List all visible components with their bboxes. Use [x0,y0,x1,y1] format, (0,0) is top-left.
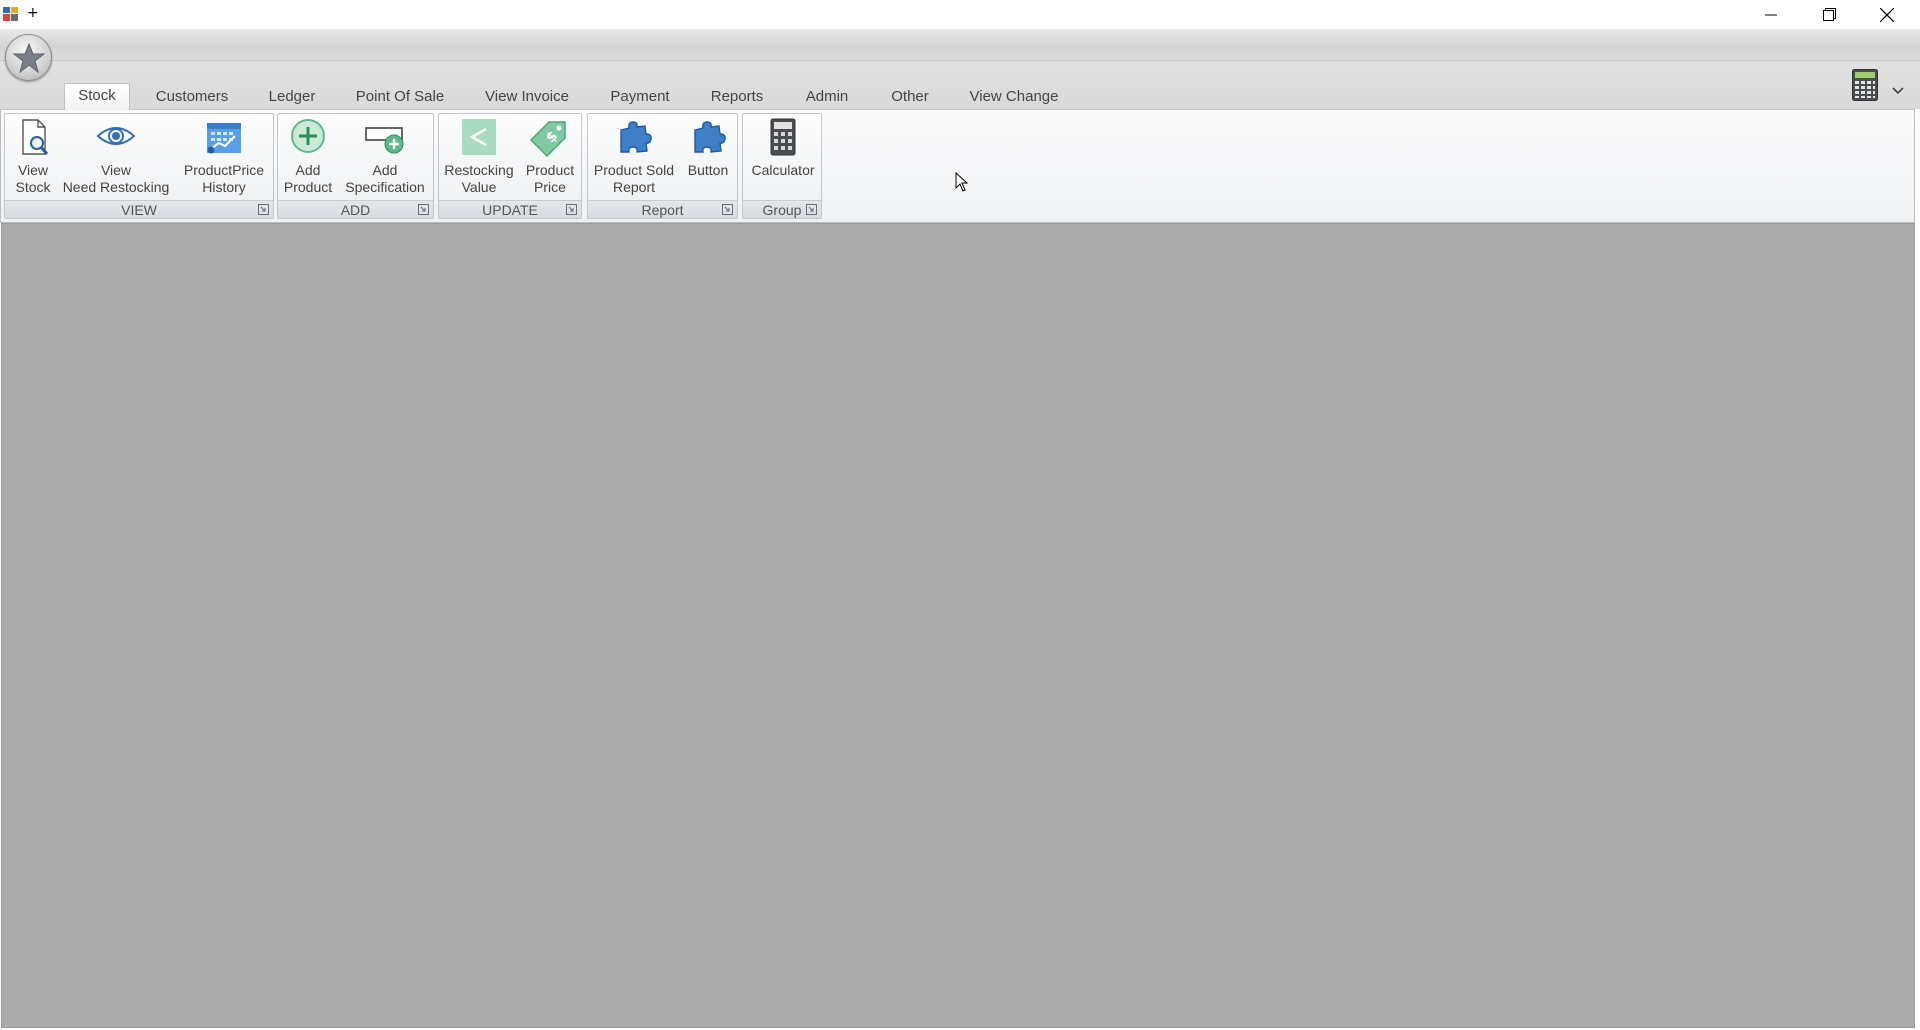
button-label: Add Product [283,162,333,195]
view-need-restocking-button[interactable]: View Need Restocking [60,116,172,200]
tab-label: Ledger [268,88,316,105]
plus-circle-icon [291,119,325,153]
tab-label: Other [891,88,929,105]
button-label: View Need Restocking [62,162,170,195]
tab-label: View Invoice [485,88,569,105]
button-label: Add Specification [345,162,425,195]
button-label: Product Price [525,162,575,195]
tab-label: Customers [155,88,229,105]
ribbon-group-update: Restocking Value $ Product Price UPDATE [438,113,582,219]
dialog-launcher-icon[interactable] [566,204,577,215]
dialog-launcher-icon[interactable] [722,204,733,215]
button-label: View Stock [15,162,51,195]
restocking-value-button[interactable]: Restocking Value [441,116,517,200]
app-icon[interactable] [3,7,19,22]
minimize-button[interactable] [1742,0,1800,29]
dialog-launcher-icon[interactable] [418,204,429,215]
ribbon-panel: View Stock View Need Restocking ProductP… [0,109,1915,223]
window-title: + [27,5,39,21]
document-magnifier-icon [22,119,49,155]
tab-label: Admin [805,88,849,105]
group-label: ADD [278,200,433,218]
puzzle-icon [620,121,652,153]
ribbon-group-report: Product Sold Report Button Report [587,113,738,219]
ribbon-options-button[interactable] [1892,80,1904,99]
restore-icon [1822,8,1836,21]
button-label: ProductPrice History [183,162,265,195]
tab-customers[interactable]: Customers [150,85,234,109]
price-tag-icon: $ [529,121,566,158]
tab-label: View Change [969,88,1059,105]
quick-access-toolbar [0,29,1920,61]
add-product-button[interactable]: Add Product [280,116,336,200]
view-stock-button[interactable]: View Stock [7,116,59,200]
less-than-icon [462,119,496,155]
group-label: VIEW [5,200,273,218]
tab-point-of-sale[interactable]: Point Of Sale [352,85,448,109]
star-icon [12,42,45,73]
puzzle-icon [694,121,726,153]
tab-reports[interactable]: Reports [707,85,767,109]
tab-label: Payment [610,88,670,105]
add-specification-button[interactable]: Add Specification [340,116,430,200]
ribbon-group-view: View Stock View Need Restocking ProductP… [4,113,274,219]
mdi-client-area[interactable] [1,223,1915,1028]
eye-icon [96,127,136,145]
tab-label: Stock [78,87,116,104]
dialog-launcher-icon[interactable] [806,204,817,215]
tab-label: Point Of Sale [355,88,445,105]
calculator-button[interactable]: Calculator [745,116,821,200]
group-label: Report [588,200,737,218]
ribbon-group-group: Calculator Group [742,113,822,219]
tab-view-change[interactable]: View Change [966,85,1062,109]
mouse-cursor-icon [955,171,969,197]
group-label: UPDATE [439,200,581,218]
calculator-quick-button[interactable] [1852,69,1878,101]
button-label: Product Sold Report [593,162,675,195]
button-label: Calculator [751,162,815,178]
ribbon-group-add: Add Product Add Specification ADD [277,113,434,219]
tab-other[interactable]: Other [884,85,936,109]
application-menu-button[interactable] [5,34,52,81]
close-icon [1880,7,1894,22]
product-price-button[interactable]: $ Product Price [521,116,579,200]
title-bar: + [0,0,1920,29]
calculator-icon [770,118,796,156]
workspace-area [0,223,1920,1030]
chevron-down-icon [1892,87,1904,95]
tab-admin[interactable]: Admin [798,85,856,109]
tab-ledger[interactable]: Ledger [262,85,322,109]
button-label: Button [687,162,729,178]
add-card-icon [365,127,404,154]
ribbon-tab-row: Stock Customers Ledger Point Of Sale Vie… [0,61,1920,110]
tab-label: Reports [710,88,764,105]
product-price-history-button[interactable]: ProductPrice History [177,116,271,200]
dialog-launcher-icon[interactable] [258,204,269,215]
close-button[interactable] [1858,0,1916,29]
tab-stock[interactable]: Stock [64,83,130,110]
calculator-icon [1852,69,1878,101]
button-label: Restocking Value [444,162,514,195]
tab-view-invoice[interactable]: View Invoice [481,85,573,109]
minimize-icon [1765,14,1777,15]
calendar-chart-icon [207,123,241,154]
product-sold-report-button[interactable]: Product Sold Report [590,116,678,200]
restore-button[interactable] [1800,0,1858,29]
tab-payment[interactable]: Payment [606,85,674,109]
report-button[interactable]: Button [682,116,734,200]
